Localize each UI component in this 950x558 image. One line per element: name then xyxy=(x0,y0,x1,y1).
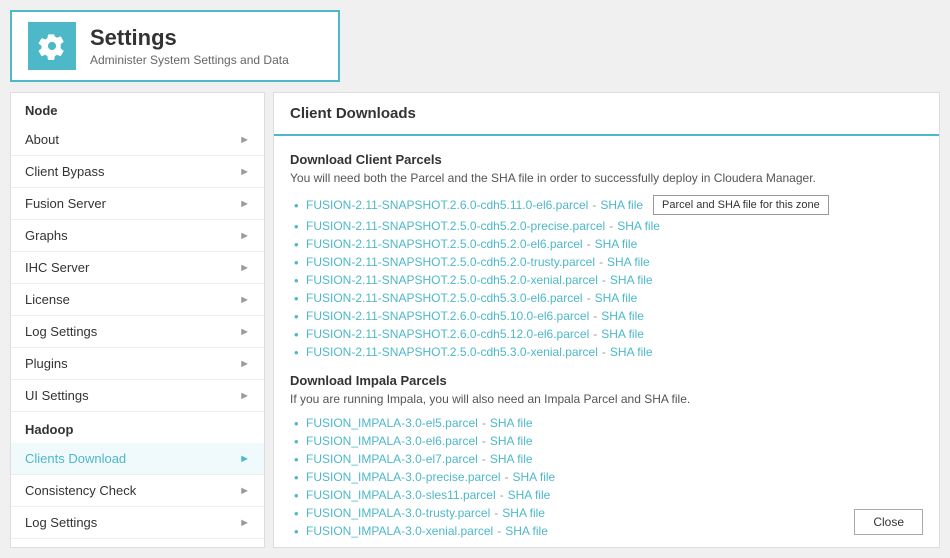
impala-row-4: FUSION_IMPALA-3.0-sles11.parcel - SHA fi… xyxy=(290,488,923,502)
sidebar-item-ihc-server[interactable]: IHC Server ► xyxy=(11,252,264,284)
sidebar-item-clients-download[interactable]: Clients Download ► xyxy=(11,443,264,475)
app-header: Settings Administer System Settings and … xyxy=(10,10,340,82)
sidebar-item-graphs[interactable]: Graphs ► xyxy=(11,220,264,252)
chevron-icon: ► xyxy=(239,517,250,529)
sidebar-item-about[interactable]: About ► xyxy=(11,124,264,156)
chevron-icon: ► xyxy=(239,230,250,242)
chevron-icon: ► xyxy=(239,326,250,338)
impala-link-1[interactable]: FUSION_IMPALA-3.0-el6.parcel xyxy=(306,434,478,448)
parcel-link-2[interactable]: FUSION-2.11-SNAPSHOT.2.5.0-cdh5.2.0-el6.… xyxy=(306,237,583,251)
chevron-icon: ► xyxy=(239,134,250,146)
impala-row-2: FUSION_IMPALA-3.0-el7.parcel - SHA file xyxy=(290,452,923,466)
sidebar-item-log-settings[interactable]: Log Settings ► xyxy=(11,316,264,348)
impala-link-5[interactable]: FUSION_IMPALA-3.0-trusty.parcel xyxy=(306,506,490,520)
app-title: Settings xyxy=(90,25,289,51)
impala-sha-4[interactable]: SHA file xyxy=(508,488,551,502)
sha-link-6[interactable]: SHA file xyxy=(601,309,644,323)
impala-row-3: FUSION_IMPALA-3.0-precise.parcel - SHA f… xyxy=(290,470,923,484)
sidebar-item-license[interactable]: License ► xyxy=(11,284,264,316)
header-text: Settings Administer System Settings and … xyxy=(90,25,289,67)
parcel-row-6: FUSION-2.11-SNAPSHOT.2.6.0-cdh5.10.0-el6… xyxy=(290,309,923,323)
sha-link-1[interactable]: SHA file xyxy=(617,219,660,233)
chevron-icon: ► xyxy=(239,198,250,210)
chevron-icon: ► xyxy=(239,358,250,370)
settings-icon xyxy=(28,22,76,70)
impala-link-0[interactable]: FUSION_IMPALA-3.0-el5.parcel xyxy=(306,416,478,430)
sha-link-2[interactable]: SHA file xyxy=(595,237,638,251)
parcel-link-6[interactable]: FUSION-2.11-SNAPSHOT.2.6.0-cdh5.10.0-el6… xyxy=(306,309,589,323)
sidebar-item-client-bypass[interactable]: Client Bypass ► xyxy=(11,156,264,188)
parcel-link-8[interactable]: FUSION-2.11-SNAPSHOT.2.5.0-cdh5.3.0-xeni… xyxy=(306,345,598,359)
parcel-row-3: FUSION-2.11-SNAPSHOT.2.5.0-cdh5.2.0-trus… xyxy=(290,255,923,269)
impala-row-1: FUSION_IMPALA-3.0-el6.parcel - SHA file xyxy=(290,434,923,448)
sidebar-section-hadoop: Hadoop xyxy=(11,412,264,443)
parcel-row-5: FUSION-2.11-SNAPSHOT.2.5.0-cdh5.3.0-el6.… xyxy=(290,291,923,305)
client-parcels-desc: You will need both the Parcel and the SH… xyxy=(290,171,923,185)
impala-sha-6[interactable]: SHA file xyxy=(505,524,548,538)
impala-sha-0[interactable]: SHA file xyxy=(490,416,533,430)
sha-link-4[interactable]: SHA file xyxy=(610,273,653,287)
parcel-row-1: FUSION-2.11-SNAPSHOT.2.5.0-cdh5.2.0-prec… xyxy=(290,219,923,233)
parcel-row-8: FUSION-2.11-SNAPSHOT.2.5.0-cdh5.3.0-xeni… xyxy=(290,345,923,359)
impala-row-5: FUSION_IMPALA-3.0-trusty.parcel - SHA fi… xyxy=(290,506,923,520)
parcel-row-0: FUSION-2.11-SNAPSHOT.2.6.0-cdh5.11.0-el6… xyxy=(290,195,923,215)
sha-link-3[interactable]: SHA file xyxy=(607,255,650,269)
close-button[interactable]: Close xyxy=(854,509,923,535)
sidebar-item-consistency-check[interactable]: Consistency Check ► xyxy=(11,475,264,507)
impala-link-4[interactable]: FUSION_IMPALA-3.0-sles11.parcel xyxy=(306,488,496,502)
parcel-link-7[interactable]: FUSION-2.11-SNAPSHOT.2.6.0-cdh5.12.0-el6… xyxy=(306,327,589,341)
impala-link-2[interactable]: FUSION_IMPALA-3.0-el7.parcel xyxy=(306,452,478,466)
parcel-link-5[interactable]: FUSION-2.11-SNAPSHOT.2.5.0-cdh5.3.0-el6.… xyxy=(306,291,583,305)
impala-parcels-title: Download Impala Parcels xyxy=(290,373,923,388)
sha-link-8[interactable]: SHA file xyxy=(610,345,653,359)
parcel-row-7: FUSION-2.11-SNAPSHOT.2.6.0-cdh5.12.0-el6… xyxy=(290,327,923,341)
chevron-icon: ► xyxy=(239,453,250,465)
parcel-row-4: FUSION-2.11-SNAPSHOT.2.5.0-cdh5.2.0-xeni… xyxy=(290,273,923,287)
impala-row-0: FUSION_IMPALA-3.0-el5.parcel - SHA file xyxy=(290,416,923,430)
impala-row-6: FUSION_IMPALA-3.0-xenial.parcel - SHA fi… xyxy=(290,524,923,538)
impala-sha-1[interactable]: SHA file xyxy=(490,434,533,448)
sidebar-item-plugins[interactable]: Plugins ► xyxy=(11,348,264,380)
sidebar-item-ui-settings[interactable]: UI Settings ► xyxy=(11,380,264,412)
sidebar-item-fusion-server[interactable]: Fusion Server ► xyxy=(11,188,264,220)
impala-sha-5[interactable]: SHA file xyxy=(502,506,545,520)
chevron-icon: ► xyxy=(239,390,250,402)
parcel-row-2: FUSION-2.11-SNAPSHOT.2.5.0-cdh5.2.0-el6.… xyxy=(290,237,923,251)
sha-link-7[interactable]: SHA file xyxy=(601,327,644,341)
chevron-icon: ► xyxy=(239,485,250,497)
chevron-icon: ► xyxy=(239,166,250,178)
impala-link-6[interactable]: FUSION_IMPALA-3.0-xenial.parcel xyxy=(306,524,493,538)
close-button-container: Close xyxy=(854,509,923,535)
app-subtitle: Administer System Settings and Data xyxy=(90,53,289,67)
sidebar-item-log-settings-hadoop[interactable]: Log Settings ► xyxy=(11,507,264,539)
sidebar-section-security: Security xyxy=(11,539,264,548)
sha-link-0[interactable]: SHA file xyxy=(600,198,643,212)
client-parcels-title: Download Client Parcels xyxy=(290,152,923,167)
content-area: Client Downloads Download Client Parcels… xyxy=(273,92,940,548)
impala-sha-2[interactable]: SHA file xyxy=(490,452,533,466)
chevron-icon: ► xyxy=(239,262,250,274)
sha-link-5[interactable]: SHA file xyxy=(595,291,638,305)
impala-parcels-desc: If you are running Impala, you will also… xyxy=(290,392,923,406)
content-body: Download Client Parcels You will need bo… xyxy=(274,136,939,548)
impala-sha-3[interactable]: SHA file xyxy=(513,470,556,484)
parcel-link-0[interactable]: FUSION-2.11-SNAPSHOT.2.6.0-cdh5.11.0-el6… xyxy=(306,198,588,212)
content-title: Client Downloads xyxy=(274,93,939,136)
sidebar-section-node: Node xyxy=(11,93,264,124)
zone-button[interactable]: Parcel and SHA file for this zone xyxy=(653,195,829,215)
chevron-icon: ► xyxy=(239,294,250,306)
impala-link-3[interactable]: FUSION_IMPALA-3.0-precise.parcel xyxy=(306,470,501,484)
parcel-link-3[interactable]: FUSION-2.11-SNAPSHOT.2.5.0-cdh5.2.0-trus… xyxy=(306,255,595,269)
sidebar: Node About ► Client Bypass ► Fusion Serv… xyxy=(10,92,265,548)
parcel-link-1[interactable]: FUSION-2.11-SNAPSHOT.2.5.0-cdh5.2.0-prec… xyxy=(306,219,605,233)
parcel-link-4[interactable]: FUSION-2.11-SNAPSHOT.2.5.0-cdh5.2.0-xeni… xyxy=(306,273,598,287)
